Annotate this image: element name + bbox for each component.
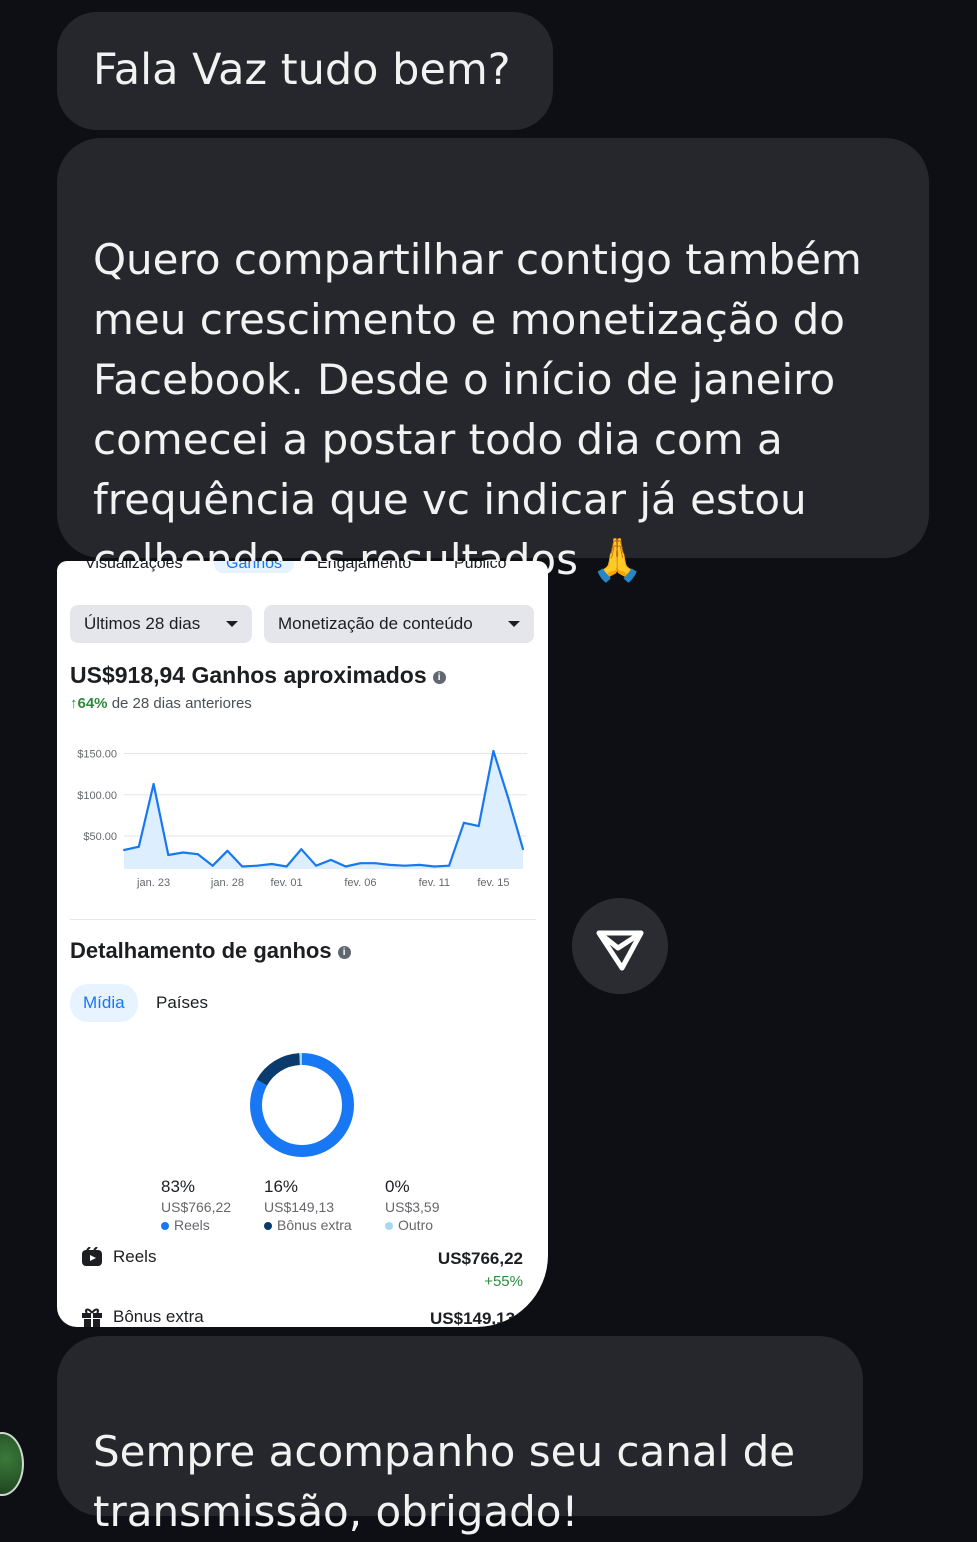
- data-point: [182, 851, 185, 854]
- subtab-paises[interactable]: Países: [156, 984, 208, 1022]
- data-point: [152, 783, 155, 786]
- data-point: [389, 863, 391, 866]
- earnings-screenshot[interactable]: Visualizações Ganhos Engajamento Público…: [57, 561, 548, 1327]
- change-text: de 28 dias anteriores: [111, 695, 252, 712]
- data-point: [448, 864, 451, 867]
- x-tick-label: fev. 11: [419, 877, 450, 889]
- data-point: [315, 864, 318, 867]
- data-point: [344, 865, 347, 868]
- x-tick-label: fev. 01: [270, 877, 302, 889]
- data-point: [522, 848, 524, 851]
- row-bonus-value: US$149,13: [430, 1309, 516, 1327]
- period-dropdown[interactable]: Últimos 28 dias: [70, 605, 252, 643]
- stat-percent: 16%: [264, 1177, 299, 1196]
- legend-dot: [264, 1222, 272, 1230]
- data-point: [123, 849, 125, 852]
- data-point: [137, 845, 140, 848]
- data-point: [300, 848, 303, 851]
- chart-area: [124, 751, 523, 869]
- stat-outro: 0% US$3,59 Outro: [385, 1177, 439, 1233]
- message-bubble-thanks[interactable]: Sempre acompanho seu canal de transmissã…: [57, 1336, 863, 1536]
- insights-tabs: Visualizações Ganhos Engajamento Público: [57, 561, 548, 579]
- stat-label: Bônus extra: [277, 1217, 352, 1233]
- breakdown-title-text: Detalhamento de ganhos: [70, 938, 332, 963]
- row-reels-change: +55%: [484, 1273, 523, 1290]
- info-icon[interactable]: i: [432, 671, 446, 684]
- data-point: [374, 862, 377, 865]
- divider: [70, 919, 536, 920]
- legend-dot: [161, 1222, 169, 1230]
- message-bubble-update[interactable]: Quero compartilhar contigo também meu cr…: [57, 138, 929, 584]
- data-point: [256, 864, 258, 867]
- data-point: [492, 750, 495, 753]
- row-reels-label: Reels: [113, 1247, 157, 1266]
- period-dropdown-label: Últimos 28 dias: [84, 614, 201, 633]
- type-dropdown[interactable]: Monetização de conteúdo: [264, 605, 534, 643]
- x-tick-label: fev. 06: [344, 877, 376, 889]
- data-point: [329, 858, 332, 861]
- reels-icon: [82, 1247, 102, 1266]
- earnings-donut-chart: [250, 1053, 354, 1157]
- stat-value: US$3,59: [385, 1199, 440, 1215]
- data-point: [270, 863, 273, 866]
- data-point: [285, 865, 288, 868]
- data-point: [241, 865, 244, 868]
- x-tick-label: jan. 23: [136, 877, 170, 889]
- row-reels-value: US$766,22: [437, 1249, 523, 1268]
- stat-label: Outro: [398, 1217, 434, 1233]
- gift-icon: [82, 1308, 102, 1327]
- info-icon[interactable]: i: [337, 946, 351, 959]
- y-tick-label: $150.00: [77, 749, 117, 761]
- type-dropdown-label: Monetização de conteúdo: [278, 614, 473, 633]
- stat-percent: 83%: [161, 1177, 196, 1196]
- stat-percent: 0%: [385, 1177, 410, 1196]
- change-percent: ↑64%: [70, 695, 108, 712]
- data-point: [167, 853, 170, 856]
- legend-dot: [385, 1222, 393, 1230]
- message-text: Sempre acompanho seu canal de transmissã…: [93, 1427, 796, 1536]
- tab-ganhos[interactable]: Ganhos: [214, 561, 295, 573]
- earnings-chart: $50.00 $100.00 $150.00 jan. 23 jan. 28 fev. …: [77, 749, 527, 889]
- stat-value: US$149,13: [264, 1199, 335, 1215]
- earnings-change: ↑64% de 28 dias anteriores: [70, 695, 252, 712]
- data-point: [418, 863, 421, 866]
- caret-down-icon: [226, 621, 238, 627]
- tab-engajamento[interactable]: Engajamento: [317, 561, 411, 573]
- data-point: [477, 825, 480, 828]
- stat-bonus: 16% US$149,13 Bônus extra: [264, 1177, 352, 1233]
- data-point: [211, 864, 214, 867]
- row-bonus-label: Bônus extra: [113, 1307, 204, 1326]
- message-text: Quero compartilhar contigo também meu cr…: [93, 235, 862, 584]
- data-point: [196, 853, 199, 856]
- y-tick-label: $50.00: [83, 831, 117, 843]
- data-point: [507, 797, 510, 800]
- tab-visualizacoes[interactable]: Visualizações: [85, 561, 183, 573]
- subtab-midia[interactable]: Mídia: [70, 984, 138, 1022]
- send-icon: [596, 930, 644, 971]
- data-point: [462, 821, 465, 824]
- tab-publico[interactable]: Público: [454, 561, 506, 573]
- y-tick-label: $100.00: [77, 790, 117, 802]
- earnings-headline: US$918,94 Ganhos aproximados i: [70, 662, 446, 689]
- x-tick-label: jan. 28: [210, 877, 244, 889]
- earnings-total: US$918,94 Ganhos aproximados: [70, 662, 427, 688]
- data-point: [403, 864, 406, 867]
- data-point: [226, 849, 229, 852]
- data-point: [433, 865, 436, 868]
- stat-value: US$766,22: [161, 1199, 232, 1215]
- stat-label: Reels: [174, 1217, 210, 1233]
- breakdown-title: Detalhamento de ganhos i: [70, 938, 351, 964]
- share-button[interactable]: [572, 898, 668, 994]
- caret-down-icon: [508, 621, 520, 627]
- avatar[interactable]: [0, 1432, 24, 1496]
- data-point: [359, 862, 362, 865]
- message-text: Fala Vaz tudo bem?: [93, 45, 511, 95]
- stat-reels: 83% US$766,22 Reels: [161, 1177, 231, 1233]
- message-bubble-greeting[interactable]: Fala Vaz tudo bem?: [57, 12, 553, 130]
- x-tick-label: fev. 15: [477, 877, 509, 889]
